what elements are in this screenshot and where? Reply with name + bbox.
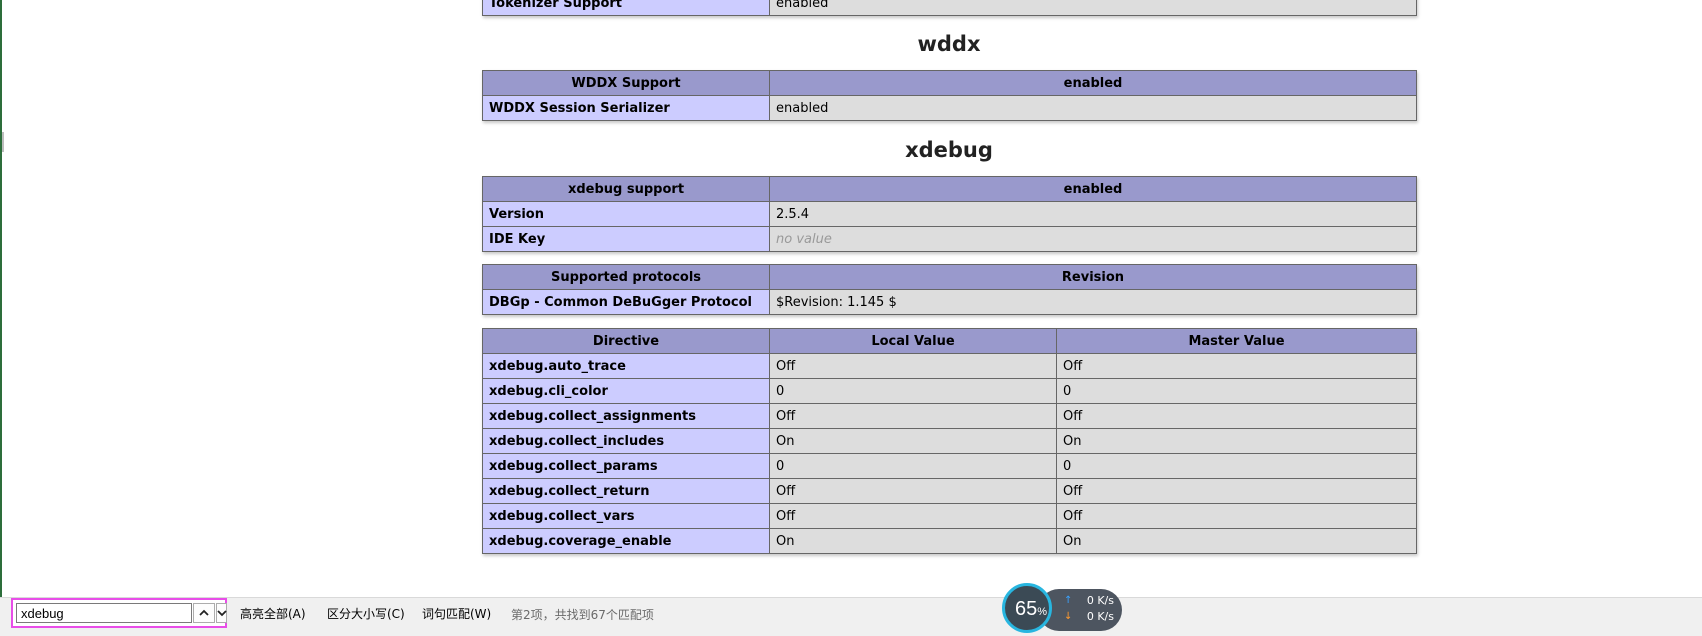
table-row: DBGp - Common DeBuGger Protocol $Revisio… [482, 289, 1417, 315]
directive-name: xdebug.collect_return [482, 478, 770, 504]
table-row: Tokenizer Support enabled [482, 0, 1417, 16]
wddx-table: WDDX Support enabled WDDX Session Serial… [482, 70, 1417, 121]
tokenizer-table: Tokenizer Support enabled [482, 0, 1417, 16]
protocols-table: Supported protocols Revision DBGp - Comm… [482, 264, 1417, 315]
table-row: WDDX Session Serializer enabled [482, 95, 1417, 121]
upload-arrow-icon: ↑ [1064, 595, 1073, 606]
table-row: xdebug.collect_return Off Off [482, 478, 1417, 504]
master-value: On [1056, 528, 1417, 554]
window-edge-mark [2, 132, 4, 152]
find-next-button[interactable] [216, 603, 227, 623]
row-value: 2.5.4 [769, 201, 1417, 227]
local-value: Off [769, 353, 1057, 379]
directive-name: xdebug.collect_vars [482, 503, 770, 529]
network-speed-widget[interactable]: 65% ↑ 0 K/s ↓ 0 K/s [1002, 583, 1122, 633]
local-value: Off [769, 478, 1057, 504]
column-header-local-value: Local Value [769, 328, 1057, 354]
local-value: On [769, 428, 1057, 454]
row-value: no value [769, 226, 1417, 252]
table-row: xdebug.collect_assignments Off Off [482, 403, 1417, 429]
directives-table: Directive Local Value Master Value xdebu… [482, 328, 1417, 554]
usage-percent: 65% [1015, 598, 1048, 620]
table-row: xdebug.collect_includes On On [482, 428, 1417, 454]
highlight-all-option[interactable]: 高亮全部(A) [240, 605, 306, 622]
table-header-row: Supported protocols Revision [482, 264, 1417, 290]
directive-name: xdebug.collect_assignments [482, 403, 770, 429]
table-row: xdebug.cli_color 0 0 [482, 378, 1417, 404]
column-header: enabled [769, 176, 1417, 202]
row-value: enabled [769, 95, 1417, 121]
row-label: IDE Key [482, 226, 770, 252]
master-value: Off [1056, 503, 1417, 529]
local-value: 0 [769, 453, 1057, 479]
table-row: xdebug.collect_vars Off Off [482, 503, 1417, 529]
chevron-up-icon [199, 609, 209, 616]
master-value: 0 [1056, 453, 1417, 479]
column-header: Supported protocols [482, 264, 770, 290]
section-title-xdebug: xdebug [905, 138, 993, 162]
row-label: Tokenizer Support [482, 0, 770, 16]
master-value: Off [1056, 478, 1417, 504]
whole-word-option[interactable]: 词句匹配(W) [422, 605, 491, 622]
local-value: 0 [769, 378, 1057, 404]
table-row: Version 2.5.4 [482, 201, 1417, 227]
row-value: $Revision: 1.145 $ [769, 289, 1417, 315]
xdebug-support-table: xdebug support enabled Version 2.5.4 IDE… [482, 176, 1417, 252]
find-input[interactable] [16, 603, 192, 623]
row-label: Version [482, 201, 770, 227]
table-header-row: WDDX Support enabled [482, 70, 1417, 96]
find-field-wrapper [11, 598, 227, 628]
table-header-row: Directive Local Value Master Value [482, 328, 1417, 354]
table-row: IDE Key no value [482, 226, 1417, 252]
match-case-option[interactable]: 区分大小写(C) [327, 605, 405, 622]
local-value: Off [769, 503, 1057, 529]
column-header: Revision [769, 264, 1417, 290]
table-row: xdebug.auto_trace Off Off [482, 353, 1417, 379]
directive-name: xdebug.auto_trace [482, 353, 770, 379]
section-title-wddx: wddx [917, 32, 981, 56]
table-header-row: xdebug support enabled [482, 176, 1417, 202]
download-arrow-icon: ↓ [1064, 611, 1073, 622]
upload-rate: 0 K/s [1086, 594, 1114, 607]
directive-name: xdebug.collect_includes [482, 428, 770, 454]
row-value: enabled [769, 0, 1417, 16]
master-value: Off [1056, 403, 1417, 429]
find-bar: 高亮全部(A) 区分大小写(C) 词句匹配(W) 第2项，共找到67个匹配项 [0, 597, 1702, 636]
directive-name: xdebug.collect_params [482, 453, 770, 479]
chevron-down-icon [217, 610, 227, 617]
window-left-edge [0, 0, 2, 600]
master-value: Off [1056, 353, 1417, 379]
usage-gauge: 65% [1002, 583, 1052, 633]
row-label: DBGp - Common DeBuGger Protocol [482, 289, 770, 315]
local-value: Off [769, 403, 1057, 429]
find-status-text: 第2项，共找到67个匹配项 [511, 608, 654, 622]
master-value: 0 [1056, 378, 1417, 404]
directive-name: xdebug.coverage_enable [482, 528, 770, 554]
column-header: WDDX Support [482, 70, 770, 96]
column-header: enabled [769, 70, 1417, 96]
column-header: xdebug support [482, 176, 770, 202]
column-header-master-value: Master Value [1056, 328, 1417, 354]
download-rate: 0 K/s [1086, 610, 1114, 623]
find-previous-button[interactable] [193, 603, 215, 623]
table-row: xdebug.coverage_enable On On [482, 528, 1417, 554]
row-label: WDDX Session Serializer [482, 95, 770, 121]
master-value: On [1056, 428, 1417, 454]
column-header-directive: Directive [482, 328, 770, 354]
local-value: On [769, 528, 1057, 554]
directive-name: xdebug.cli_color [482, 378, 770, 404]
table-row: xdebug.collect_params 0 0 [482, 453, 1417, 479]
